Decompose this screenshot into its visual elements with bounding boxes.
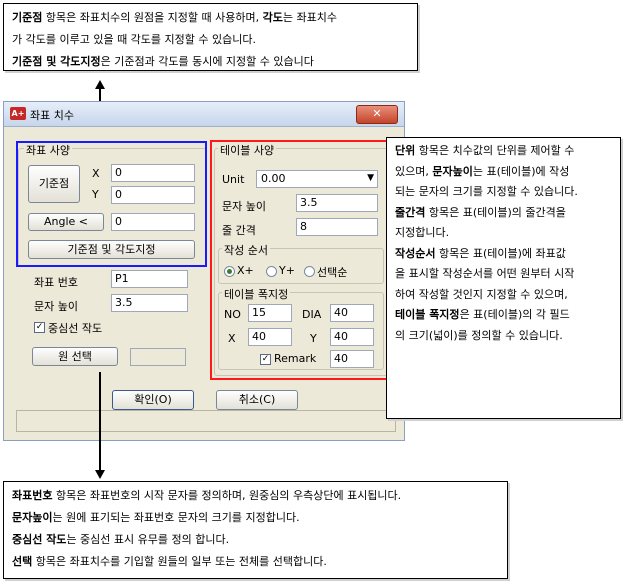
term-origin-angle: 기준점 및 각도지정 — [12, 55, 101, 68]
centerline-checkbox[interactable]: ✓ — [34, 322, 45, 333]
cancel-button[interactable]: 취소(C) — [216, 390, 298, 410]
coord-highlight — [16, 141, 207, 267]
table-highlight — [210, 140, 400, 380]
ok-button[interactable]: 확인(O) — [112, 390, 194, 410]
bottom-callout: 좌표번호 항목은 좌표번호의 시작 문자를 정의하며, 원중심의 우측상단에 표… — [3, 481, 508, 579]
term-text-height-bottom: 문자높이 — [12, 511, 53, 524]
selection-count-field — [130, 348, 186, 366]
dialog-title: 좌표 치수 — [30, 109, 74, 122]
dialog-titlebar[interactable]: A+ 좌표 치수 ✕ — [4, 102, 404, 127]
text-height-label: 문자 높이 — [34, 300, 78, 313]
circle-select-button[interactable]: 원 선택 — [32, 347, 118, 366]
app-icon: A+ — [10, 107, 26, 120]
term-text-height: 문자높이 — [432, 164, 473, 178]
right-callout: 단위 항목은 치수값의 단위를 제어할 수 있으며, 문자높이는 표(테이블)에… — [386, 137, 621, 419]
term-unit: 단위 — [395, 144, 416, 157]
coord-no-field[interactable]: P1 — [111, 270, 188, 288]
term-row-gap: 줄간격 — [395, 205, 426, 219]
arrow-down-line — [99, 372, 101, 472]
term-angle: 각도 — [262, 11, 283, 24]
coord-no-label: 좌표 번호 — [34, 276, 78, 289]
term-table-width: 테이블 폭지정 — [395, 308, 460, 321]
arrow-down-head — [95, 470, 105, 479]
coord-dimension-dialog: A+ 좌표 치수 ✕ 좌표 사양 기준점 X 0 Y 0 Angle < 0 기… — [3, 101, 405, 441]
term-select: 선택 — [12, 555, 33, 568]
top-callout-line2: 가 각도를 이루고 있을 때 각도를 지정할 수 있습니다. — [12, 33, 256, 46]
close-button[interactable]: ✕ — [356, 105, 398, 124]
text-height-field[interactable]: 3.5 — [111, 294, 188, 312]
term-origin: 기준점 — [12, 11, 43, 24]
term-order: 작성순서 — [395, 246, 436, 260]
term-centerline: 중심선 작도 — [12, 533, 67, 546]
centerline-label: 중심선 작도 — [48, 322, 103, 335]
dialog-statusbar — [16, 410, 396, 432]
top-callout-line1: 기준점 항목은 좌표치수의 원점을 지정할 때 사용하며, 각도는 좌표치수 — [12, 11, 337, 24]
term-coord-no: 좌표번호 — [12, 489, 53, 502]
top-callout: 기준점 항목은 좌표치수의 원점을 지정할 때 사용하며, 각도는 좌표치수 가… — [3, 3, 418, 71]
top-callout-line3: 기준점 및 각도지정은 기준점과 각도를 동시에 지정할 수 있습니다 — [12, 55, 314, 68]
